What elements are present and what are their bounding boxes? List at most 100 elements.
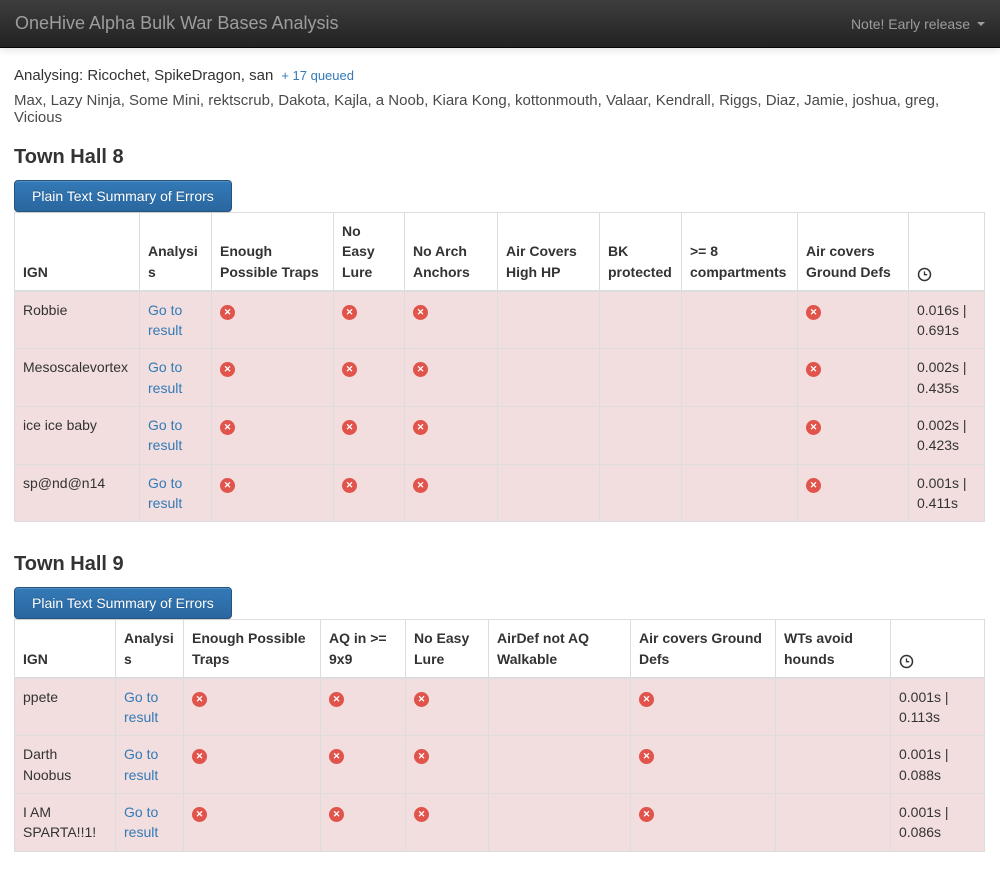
table-row: RobbieGo to result✕✕✕✕0.016s | 0.691s xyxy=(15,291,985,349)
queued-names-text: Max, Lazy Ninja, Some Mini, rektscrub, D… xyxy=(14,92,986,126)
check-cell xyxy=(776,736,891,794)
check-cell xyxy=(498,291,600,349)
check-cell xyxy=(682,349,798,407)
navbar-brand[interactable]: OneHive Alpha Bulk War Bases Analysis xyxy=(15,13,338,34)
time-cell: 0.001s | 0.088s xyxy=(891,736,985,794)
analysis-cell: Go to result xyxy=(140,291,212,349)
check-cell: ✕ xyxy=(631,678,776,736)
check-cell: ✕ xyxy=(405,291,498,349)
analysis-table-th8: IGNAnalysisEnough Possible TrapsNo Easy … xyxy=(14,212,985,522)
check-cell: ✕ xyxy=(212,349,334,407)
section-heading-th8: Town Hall 8 xyxy=(14,146,986,169)
error-icon: ✕ xyxy=(414,692,429,707)
column-header: Enough Possible Traps xyxy=(184,620,321,678)
error-icon: ✕ xyxy=(220,305,235,320)
time-column-header xyxy=(891,620,985,678)
time-cell: 0.001s | 0.086s xyxy=(891,794,985,852)
error-icon: ✕ xyxy=(414,749,429,764)
table-row: MesoscalevortexGo to result✕✕✕✕0.002s | … xyxy=(15,349,985,407)
error-icon: ✕ xyxy=(639,749,654,764)
column-header: AirDef not AQ Walkable xyxy=(489,620,631,678)
check-cell xyxy=(498,407,600,465)
column-header: AQ in >= 9x9 xyxy=(321,620,406,678)
go-to-result-link[interactable]: Go to result xyxy=(148,359,182,395)
ign-cell: I AM SPARTA!!1! xyxy=(15,794,116,852)
chevron-down-icon xyxy=(977,22,985,26)
queued-link[interactable]: + 17 queued xyxy=(281,68,354,83)
plain-text-summary-button-th9[interactable]: Plain Text Summary of Errors xyxy=(14,587,232,619)
check-cell: ✕ xyxy=(212,291,334,349)
ign-cell: ppete xyxy=(15,678,116,736)
check-cell xyxy=(600,291,682,349)
check-cell: ✕ xyxy=(334,407,405,465)
go-to-result-link[interactable]: Go to result xyxy=(148,417,182,453)
error-icon: ✕ xyxy=(342,478,357,493)
error-icon: ✕ xyxy=(329,692,344,707)
check-cell xyxy=(498,349,600,407)
bottom-spacer xyxy=(14,852,986,869)
town-hall-9-section: Town Hall 9 Plain Text Summary of Errors… xyxy=(14,553,986,851)
check-cell xyxy=(489,736,631,794)
section-heading-th9: Town Hall 9 xyxy=(14,553,986,576)
go-to-result-link[interactable]: Go to result xyxy=(124,746,158,782)
check-cell xyxy=(600,464,682,522)
table-row: ppeteGo to result✕✕✕✕0.001s | 0.113s xyxy=(15,678,985,736)
check-cell: ✕ xyxy=(798,291,909,349)
check-cell xyxy=(600,407,682,465)
error-icon: ✕ xyxy=(413,420,428,435)
analysis-cell: Go to result xyxy=(140,349,212,407)
error-icon: ✕ xyxy=(192,749,207,764)
check-cell xyxy=(489,678,631,736)
check-cell: ✕ xyxy=(184,794,321,852)
column-header: No Arch Anchors xyxy=(405,213,498,291)
error-icon: ✕ xyxy=(342,305,357,320)
go-to-result-link[interactable]: Go to result xyxy=(148,475,182,511)
navbar-dropdown-label: Note! Early release xyxy=(851,16,970,32)
analysing-text: Analysing: Ricochet, SpikeDragon, san xyxy=(14,67,273,84)
time-cell: 0.001s | 0.411s xyxy=(909,464,985,522)
check-cell: ✕ xyxy=(405,464,498,522)
column-header: WTs avoid hounds xyxy=(776,620,891,678)
table-row: sp@nd@n14Go to result✕✕✕✕0.001s | 0.411s xyxy=(15,464,985,522)
check-cell xyxy=(682,291,798,349)
error-icon: ✕ xyxy=(639,692,654,707)
error-icon: ✕ xyxy=(220,362,235,377)
clock-icon xyxy=(899,654,914,669)
check-cell xyxy=(682,464,798,522)
clock-icon xyxy=(917,267,932,282)
time-cell: 0.002s | 0.423s xyxy=(909,407,985,465)
navbar-dropdown-note[interactable]: Note! Early release xyxy=(851,16,985,32)
check-cell: ✕ xyxy=(406,678,489,736)
error-icon: ✕ xyxy=(220,478,235,493)
error-icon: ✕ xyxy=(329,807,344,822)
column-header: Air covers Ground Defs xyxy=(631,620,776,678)
table-row: I AM SPARTA!!1!Go to result✕✕✕✕0.001s | … xyxy=(15,794,985,852)
go-to-result-link[interactable]: Go to result xyxy=(124,689,158,725)
column-header: IGN xyxy=(15,620,116,678)
column-header: Analysis xyxy=(140,213,212,291)
check-cell: ✕ xyxy=(321,678,406,736)
check-cell: ✕ xyxy=(631,736,776,794)
error-icon: ✕ xyxy=(806,478,821,493)
error-icon: ✕ xyxy=(414,807,429,822)
header-row: IGNAnalysisEnough Possible TrapsAQ in >=… xyxy=(15,620,985,678)
check-cell: ✕ xyxy=(405,407,498,465)
ign-cell: Mesoscalevortex xyxy=(15,349,140,407)
check-cell: ✕ xyxy=(798,407,909,465)
main-content: Analysing: Ricochet, SpikeDragon, san + 1… xyxy=(0,67,1000,869)
check-cell xyxy=(600,349,682,407)
analysis-cell: Go to result xyxy=(116,736,184,794)
error-icon: ✕ xyxy=(192,692,207,707)
check-cell xyxy=(682,407,798,465)
error-icon: ✕ xyxy=(329,749,344,764)
check-cell: ✕ xyxy=(798,464,909,522)
check-cell: ✕ xyxy=(212,464,334,522)
analysis-cell: Go to result xyxy=(116,678,184,736)
go-to-result-link[interactable]: Go to result xyxy=(124,804,158,840)
plain-text-summary-button-th8[interactable]: Plain Text Summary of Errors xyxy=(14,180,232,212)
check-cell: ✕ xyxy=(406,794,489,852)
go-to-result-link[interactable]: Go to result xyxy=(148,302,182,338)
check-cell: ✕ xyxy=(184,736,321,794)
error-icon: ✕ xyxy=(806,362,821,377)
column-header: Air Covers High HP xyxy=(498,213,600,291)
